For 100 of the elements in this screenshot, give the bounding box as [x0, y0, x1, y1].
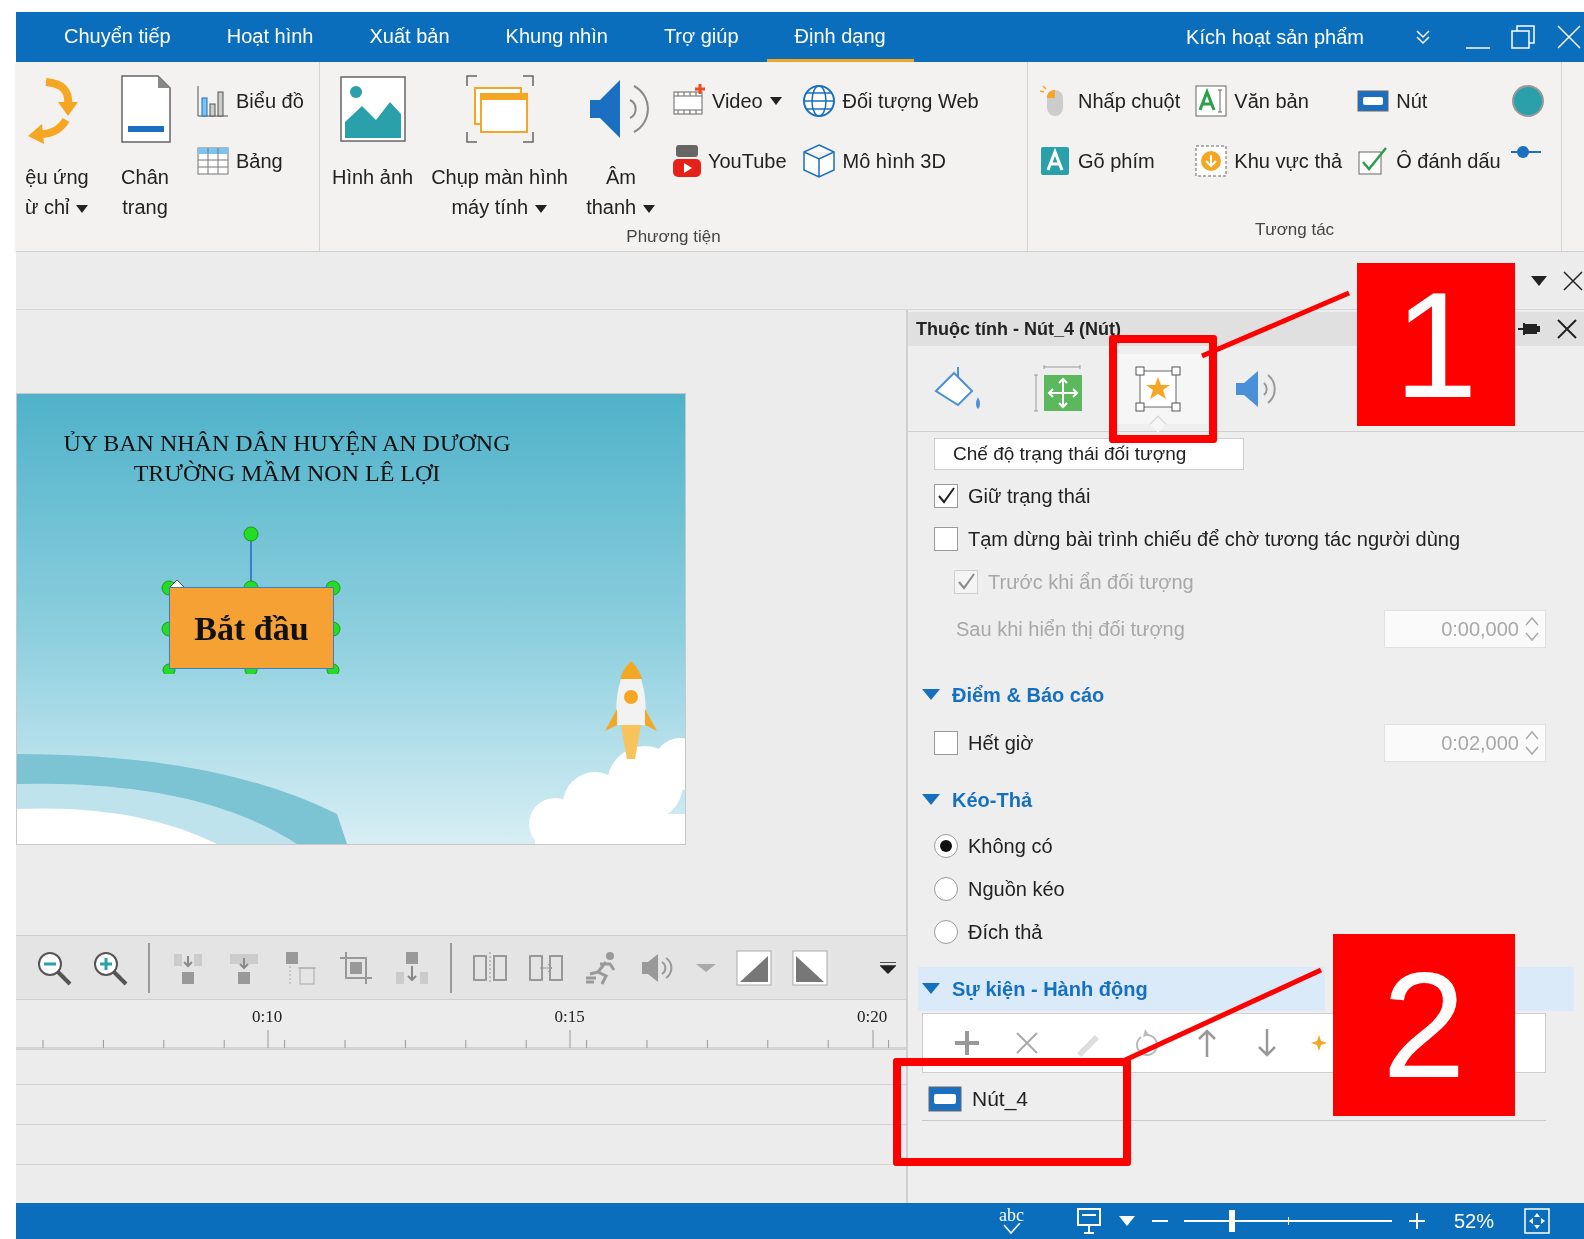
close-button[interactable] [1556, 318, 1578, 340]
ribbon-button[interactable]: Mô hình 3D [796, 136, 983, 186]
close-button[interactable] [1562, 269, 1584, 292]
section-header[interactable]: Sự kiện - Hành động [918, 967, 1325, 1011]
caret-icon [696, 963, 716, 972]
radio-button[interactable] [934, 876, 958, 901]
ribbon-button[interactable]: Biểu đồ [192, 76, 308, 126]
minus-icon [1151, 1220, 1168, 1222]
ribbon-button[interactable]: Hình ảnh [326, 70, 420, 222]
section-header[interactable]: Điểm & Báo cáo [918, 673, 1546, 717]
fit-icon [1524, 1208, 1550, 1234]
caret-icon [880, 961, 896, 974]
pane-menu-button[interactable] [1530, 274, 1548, 287]
menu-tab[interactable]: Trợ giúp [635, 12, 767, 62]
fade-out-button[interactable] [792, 949, 828, 986]
ribbon-button[interactable]: Video [667, 76, 791, 126]
ribbon-button[interactable]: YouTube [667, 136, 791, 186]
radio-button[interactable] [934, 833, 958, 858]
radio-label: Nguồn kéo [968, 876, 1065, 902]
crop-icon [338, 949, 374, 986]
spellcheck-button[interactable]: abc [999, 1207, 1024, 1235]
zoom-in-button[interactable] [92, 949, 128, 986]
ribbon-button[interactable]: Gõ phím [1034, 136, 1185, 186]
ribbon-button[interactable]: Chân trang [104, 70, 186, 222]
ribbon-button[interactable]: Đối tượng Web [796, 76, 983, 126]
ribbon-button[interactable]: Âm thanh [579, 70, 662, 222]
fade-in-button[interactable] [736, 949, 772, 986]
group-label: Phương tiện [625, 226, 722, 248]
presentation-icon [1075, 1207, 1102, 1235]
checkbox[interactable] [934, 526, 958, 551]
ribbon-button[interactable]: Khu vực thả [1190, 136, 1347, 186]
activate-product-link[interactable]: Kích hoạt sản phẩm [1186, 22, 1364, 52]
double-chevron-icon [1414, 28, 1432, 46]
ribbon-button[interactable]: Ô đánh dấu [1352, 136, 1505, 186]
section-header[interactable]: Kéo-Thả [918, 778, 1546, 822]
caret-icon [641, 203, 656, 214]
state-field[interactable]: Chế độ trạng thái đối tượng [934, 438, 1244, 470]
video-logo-icon [671, 143, 702, 179]
view-menu-button[interactable] [1117, 1215, 1136, 1227]
minimize-icon [1466, 47, 1490, 49]
spinner-arrows-icon [1525, 728, 1539, 757]
zoom-level: 52% [1453, 1209, 1494, 1234]
time-label: 0:20 [857, 1006, 888, 1028]
time-label: 0:15 [554, 1006, 585, 1028]
zoom-in-button[interactable] [1407, 1212, 1426, 1230]
zoom-slider[interactable] [1183, 1210, 1392, 1232]
group-label: Tương tác [1253, 219, 1336, 241]
checkbox-label: Hết giờ [968, 730, 1034, 756]
radio-button[interactable] [934, 919, 958, 944]
checkbox[interactable] [934, 730, 958, 755]
slider-thumb[interactable] [1228, 1210, 1235, 1232]
caret-icon [1530, 274, 1548, 287]
ribbon-button[interactable]: Văn bản [1190, 76, 1347, 126]
move-icon [1032, 362, 1084, 415]
check-icon [1000, 1223, 1023, 1235]
menu-tab[interactable]: Chuyển tiếp [36, 12, 199, 62]
zoom-out-button[interactable] [36, 949, 72, 986]
table-icon [196, 144, 230, 178]
blocks-arrow-button[interactable] [394, 949, 430, 986]
radio-label: Không có [968, 833, 1053, 859]
button-icon [928, 1085, 962, 1112]
ribbon-button[interactable]: ệu ứng ừ chỉ [16, 70, 98, 222]
radio-button-icon [1510, 84, 1545, 118]
cube-icon [800, 143, 837, 179]
restore-icon [1510, 24, 1536, 50]
crop-button[interactable] [338, 949, 374, 986]
callout-number: 1 [1357, 263, 1515, 426]
panel-title: Thuộc tính - Nút_4 (Nút) [916, 317, 1121, 341]
menu-tab[interactable]: Xuất bản [341, 12, 478, 62]
zoom-out-icon [36, 949, 72, 986]
text-field-icon [1194, 84, 1229, 118]
screen-capture-icon [464, 74, 535, 144]
sparkle-button[interactable] [1311, 1035, 1327, 1051]
check-icon [936, 485, 956, 506]
menu-tab[interactable]: Khung nhìn [477, 12, 636, 62]
close-icon [1562, 269, 1584, 292]
ribbon-button[interactable]: Nhấp chuột [1034, 76, 1185, 126]
checkbox-label: Trước khi ẩn đối tượng [988, 569, 1194, 595]
slide-title: TRƯỜNG MẦM NON LÊ LỢI [132, 459, 442, 488]
close-icon [1556, 24, 1582, 50]
checkbox-label: Tạm dừng bài trình chiếu để chờ tương tác người dùng [968, 526, 1460, 552]
header-band [1515, 967, 1574, 1011]
fit-window-button[interactable] [1524, 1208, 1550, 1234]
expand-triangle-icon [922, 689, 940, 701]
slideshow-button[interactable] [1075, 1207, 1102, 1235]
ribbon-button[interactable]: Bảng [192, 136, 308, 186]
option-label: Sau khi hiển thị đối tượng [956, 617, 1185, 642]
ribbon-button[interactable]: Nút [1352, 76, 1505, 126]
plus-icon [1407, 1212, 1426, 1230]
check-icon [956, 571, 976, 592]
fade-in-icon [736, 949, 772, 986]
blocks-arrow-icon [394, 949, 430, 986]
checkbox[interactable] [934, 483, 958, 508]
checkbox-label: Giữ trạng thái [968, 483, 1091, 509]
tile-icon [1038, 144, 1072, 178]
ribbon-button[interactable]: Chụp màn hình máy tính [425, 70, 574, 222]
menu-tab[interactable]: Hoạt hình [198, 12, 342, 62]
caret-icon [1117, 1215, 1136, 1227]
start-button[interactable]: Bắt đầu [169, 587, 334, 669]
drop-zone-icon [1194, 144, 1229, 178]
